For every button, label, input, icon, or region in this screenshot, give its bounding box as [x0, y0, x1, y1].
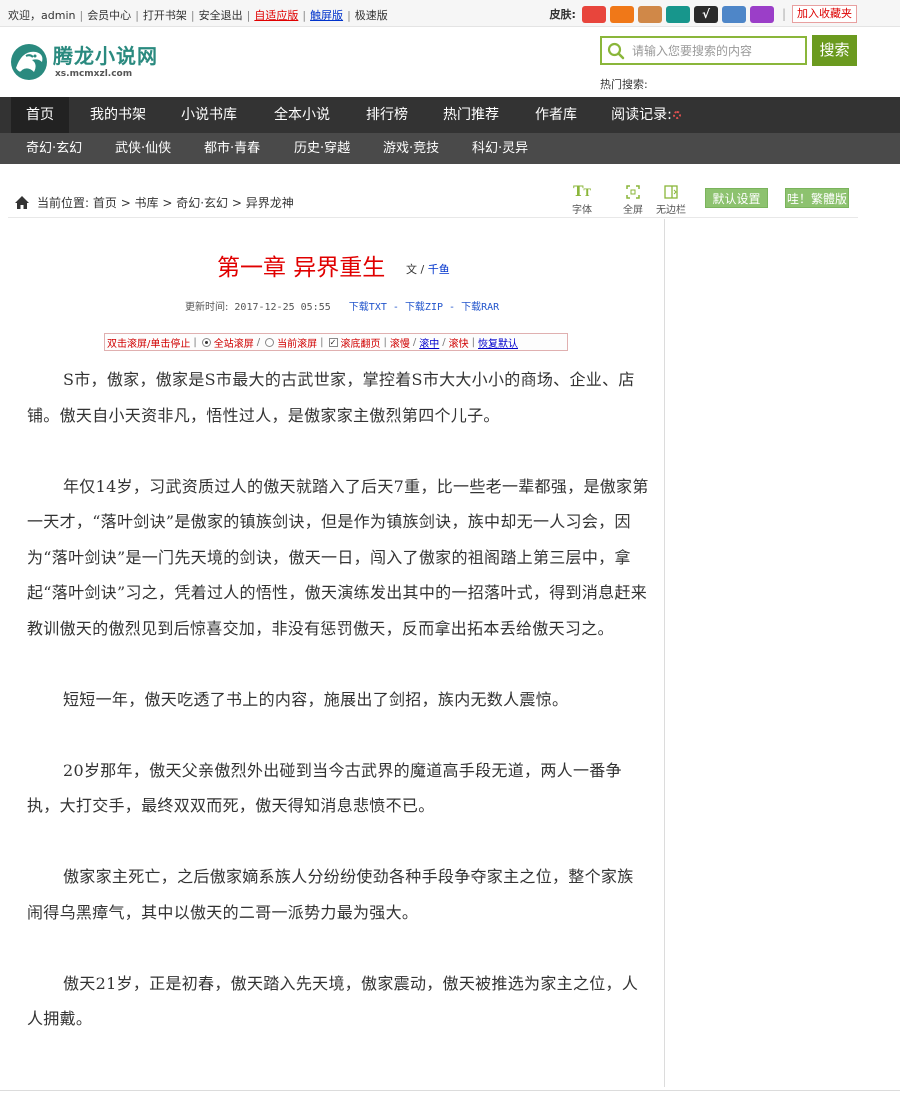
bottom-divider: [0, 1090, 900, 1091]
category-history[interactable]: 历史·穿越: [294, 133, 350, 164]
updated-label: 更新时间:: [185, 302, 229, 313]
history-dropdown-icon: [672, 111, 681, 119]
nav-item-bookshelf[interactable]: 我的书架: [84, 97, 152, 133]
author-link[interactable]: 千鱼: [428, 263, 450, 276]
fast-version-link[interactable]: 极速版: [355, 9, 388, 22]
no-sidebar-tool-label: 无边栏: [656, 205, 686, 216]
no-sidebar-icon: [656, 183, 686, 201]
skin-swatch-blue[interactable]: [721, 5, 746, 23]
nav-item-home[interactable]: 首页: [11, 97, 69, 133]
scroll-fast-link[interactable]: 滚快: [449, 335, 469, 350]
nav-item-completed[interactable]: 全本小说: [268, 97, 336, 133]
adaptive-version-link[interactable]: 自适应版: [254, 9, 298, 22]
nav-item-authors[interactable]: 作者库: [529, 97, 583, 133]
nav-item-reading-history[interactable]: 阅读记录:: [607, 97, 685, 133]
bottom-flip-label[interactable]: 滚底翻页: [341, 335, 381, 350]
download-txt-link[interactable]: 下载TXT: [349, 302, 387, 313]
skin-swatch-teal[interactable]: [665, 5, 690, 23]
category-wuxia[interactable]: 武侠·仙侠: [115, 133, 171, 164]
fullscreen-tool-button[interactable]: 全屏: [623, 183, 643, 216]
search-box: [600, 36, 807, 65]
touch-version-link[interactable]: 触屏版: [310, 9, 343, 22]
chapter-author: 文 / 千鱼: [406, 261, 450, 277]
current-scroll-label[interactable]: 当前滚屏: [277, 335, 317, 350]
content-paragraph: 短短一年，傲天吃透了书上的内容，施展出了剑招，族内无数人震惊。: [63, 689, 569, 709]
reading-history-label: 阅读记录:: [611, 107, 672, 123]
site-header: 腾龙小说网 xs.mcmxzl.com 搜索 热门搜索:: [0, 28, 900, 96]
skin-swatch-black-selected[interactable]: √: [693, 5, 718, 23]
skin-swatch-red[interactable]: [581, 5, 606, 23]
scroll-hint: 双击滚屏/单击停止: [107, 338, 191, 350]
skin-swatch-purple[interactable]: [749, 5, 774, 23]
search-icon: [607, 42, 625, 60]
category-gaming[interactable]: 游戏·竞技: [383, 133, 439, 164]
updated-time: 2017-12-25 05:55: [234, 302, 331, 313]
chapter-meta: 更新时间: 2017-12-25 05:55 下载TXT - 下载ZIP - 下…: [185, 302, 500, 313]
top-bar: 欢迎，admin | 会员中心 | 打开书架 | 安全退出 | 自适应版 | 触屏版 | 极速版 皮肤:…: [0, 0, 900, 27]
all-scroll-label[interactable]: 全站滚屏: [214, 335, 254, 350]
breadcrumb-label: 当前位置:: [37, 196, 90, 210]
category-nav: 奇幻·玄幻 武侠·仙侠 都市·青春 历史·穿越 游戏·竞技 科幻·灵异: [0, 133, 900, 164]
fullscreen-tool-label: 全屏: [623, 205, 643, 216]
breadcrumb: 当前位置: 首页 > 书库 > 奇幻·玄幻 > 异界龙神: [37, 194, 294, 211]
category-fantasy[interactable]: 奇幻·玄幻: [26, 133, 82, 164]
reset-default-link[interactable]: 恢复默认: [478, 335, 518, 350]
nav-item-ranking[interactable]: 排行榜: [360, 97, 414, 133]
dragon-logo-icon: [11, 44, 47, 80]
font-tool-button[interactable]: TT 字体: [572, 183, 592, 216]
skin-swatch-tan[interactable]: [637, 5, 662, 23]
font-size-icon: TT: [573, 184, 591, 200]
content-paragraph: 20岁那年，傲天父亲傲烈外出碰到当今古武界的魔道高手段无道，两人一番争执，大打交…: [27, 760, 622, 816]
welcome-text: 欢迎，admin: [8, 9, 76, 22]
add-favorite-button[interactable]: 加入收藏夹: [792, 5, 857, 23]
fullscreen-icon: [623, 183, 643, 201]
nav-item-hot[interactable]: 热门推荐: [437, 97, 505, 133]
site-logo[interactable]: 腾龙小说网 xs.mcmxzl.com: [8, 38, 157, 88]
category-scifi[interactable]: 科幻·灵异: [472, 133, 528, 164]
download-zip-link[interactable]: 下载ZIP: [405, 302, 443, 313]
logout-link[interactable]: 安全退出: [199, 9, 243, 22]
home-icon: [15, 196, 29, 209]
logo-subtitle: xs.mcmxzl.com: [55, 69, 133, 79]
open-bookshelf-link[interactable]: 打开书架: [143, 9, 187, 22]
no-sidebar-tool-button[interactable]: 无边栏: [656, 183, 686, 216]
search-input[interactable]: [632, 42, 802, 60]
main-nav: 首页 我的书架 小说书库 全本小说 排行榜 热门推荐 作者库 阅读记录:: [0, 97, 900, 133]
scroll-medium-link[interactable]: 滚中: [419, 335, 439, 350]
traditional-chinese-button[interactable]: 哇！繁體版: [785, 188, 849, 208]
chapter-title: 第一章 异界重生: [217, 255, 386, 281]
member-center-link[interactable]: 会员中心: [87, 9, 131, 22]
content-paragraph: S市，傲家，傲家是S市最大的古武世家，掌控着S市大大小小的商场、企业、店铺。傲天…: [27, 370, 635, 425]
content-paragraph: 傲天21岁，正是初春，傲天踏入先天境，傲家震动，傲天被推选为家主之位，人人拥戴。: [27, 973, 639, 1029]
nav-item-library[interactable]: 小说书库: [175, 97, 243, 133]
category-urban[interactable]: 都市·青春: [204, 133, 260, 164]
content-paragraph: 傲家家主死亡，之后傲家嫡系族人分纷纷使劲各种手段争夺家主之位，整个家族闹得乌黑瘴…: [27, 867, 634, 922]
sidebar-divider: [664, 219, 665, 1087]
chapter-content: S市，傲家，傲家是S市最大的古武世家，掌控着S市大大小小的商场、企业、店铺。傲天…: [27, 362, 649, 1072]
breadcrumb-bar: 当前位置: 首页 > 书库 > 奇幻·玄幻 > 异界龙神 TT 字体 全屏 无边…: [8, 180, 858, 218]
author-prefix: 文 /: [406, 263, 425, 276]
auto-scroll-controls: 双击滚屏/单击停止 | 全站滚屏 / 当前滚屏 | ✓ 滚底翻页 | 滚慢 / 滚中 / 滚快…: [104, 333, 568, 351]
skin-swatch-orange[interactable]: [609, 5, 634, 23]
skin-selector: 皮肤: √ | 加入收藏夹: [550, 4, 900, 24]
default-settings-button[interactable]: 默认设置: [705, 188, 768, 208]
all-scroll-radio[interactable]: [201, 337, 211, 347]
breadcrumb-path[interactable]: 首页 > 书库 > 奇幻·玄幻 > 异界龙神: [93, 196, 294, 210]
logo-title: 腾龙小说网: [53, 44, 158, 68]
content-paragraph: 年仅14岁，习武资质过人的傲天就踏入了后天7重，比一些老一辈都强，是傲家第一天才…: [27, 476, 649, 638]
skin-label: 皮肤:: [549, 8, 576, 21]
current-scroll-radio[interactable]: [265, 337, 275, 347]
scroll-slow-link[interactable]: 滚慢: [390, 335, 410, 350]
font-tool-label: 字体: [572, 205, 592, 216]
bottom-flip-checkbox[interactable]: ✓: [328, 337, 338, 347]
download-rar-link[interactable]: 下载RAR: [461, 302, 499, 313]
top-links: 欢迎，admin | 会员中心 | 打开书架 | 安全退出 | 自适应版 | 触屏版 | 极速版: [8, 9, 388, 22]
search-button[interactable]: 搜索: [812, 35, 857, 66]
hot-search-label: 热门搜索:: [600, 78, 648, 91]
